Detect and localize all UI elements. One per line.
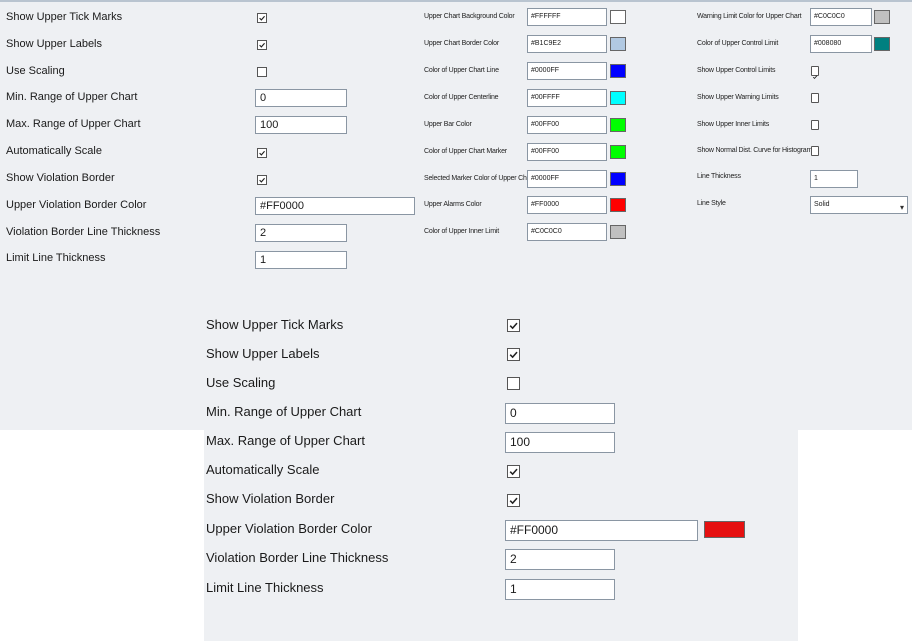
- middle-bar-color-label: Upper Bar Color: [424, 121, 472, 128]
- auto-scale-label: Automatically Scale: [6, 145, 102, 157]
- zoom-limit-line-thickness-label: Limit Line Thickness: [206, 580, 324, 595]
- violation-border-color-input[interactable]: #FF0000: [255, 197, 415, 215]
- control-color-label: Color of Upper Control Limit: [697, 40, 779, 47]
- middle-alarms-color-label: Upper Alarms Color: [424, 201, 482, 208]
- min-range-label: Min. Range of Upper Chart: [6, 91, 138, 103]
- panel-top-border: [0, 0, 912, 2]
- line-style-label: Line Style: [697, 200, 726, 207]
- middle-centerline-color-input[interactable]: #00FFFF: [527, 89, 607, 107]
- show-inner-limits-checkbox[interactable]: [811, 120, 819, 130]
- middle-alarms-color-swatch[interactable]: [610, 198, 626, 212]
- max-range-input[interactable]: 100: [255, 116, 347, 134]
- checkmark-icon: [259, 177, 265, 183]
- zoom-use-scaling-checkbox[interactable]: [507, 377, 520, 390]
- zoom-limit-line-thickness-input[interactable]: 1: [505, 579, 615, 600]
- show-control-limits-label: Show Upper Control Limits: [697, 67, 776, 74]
- middle-alarms-color-input[interactable]: #FF0000: [527, 196, 607, 214]
- middle-selected-marker-color-swatch[interactable]: [610, 172, 626, 186]
- checkmark-icon: [259, 150, 265, 156]
- show-violation-border-checkbox[interactable]: [257, 175, 267, 185]
- middle-background-color-swatch[interactable]: [610, 10, 626, 24]
- max-range-label: Max. Range of Upper Chart: [6, 118, 141, 130]
- middle-border-color-label: Upper Chart Border Color: [424, 40, 499, 47]
- zoom-show-labels-checkbox[interactable]: [507, 348, 520, 361]
- middle-chart-line-color-input[interactable]: #0000FF: [527, 62, 607, 80]
- limit-line-thickness-label: Limit Line Thickness: [6, 252, 106, 264]
- checkmark-icon: [509, 468, 518, 476]
- checkmark-icon: [259, 15, 265, 21]
- show-warning-limits-checkbox[interactable]: [811, 93, 819, 103]
- line-style-select[interactable]: Solid ▾: [810, 196, 908, 214]
- middle-border-color-swatch[interactable]: [610, 37, 626, 51]
- zoom-show-violation-border-checkbox[interactable]: [507, 494, 520, 507]
- violation-border-thickness-input[interactable]: 2: [255, 224, 347, 242]
- line-thickness-input[interactable]: 1: [810, 170, 858, 188]
- line-style-value: Solid: [814, 201, 830, 208]
- middle-marker-color-label: Color of Upper Chart Marker: [424, 148, 507, 155]
- zoom-violation-border-color-label: Upper Violation Border Color: [206, 521, 372, 536]
- show-tick-marks-label: Show Upper Tick Marks: [6, 11, 123, 23]
- show-tick-marks-checkbox[interactable]: [257, 13, 267, 23]
- middle-centerline-color-label: Color of Upper Centerline: [424, 94, 499, 101]
- show-control-limits-checkbox[interactable]: [811, 66, 819, 80]
- middle-bar-color-input[interactable]: #00FF00: [527, 116, 607, 134]
- zoom-min-range-input[interactable]: 0: [505, 403, 615, 424]
- zoom-max-range-label: Max. Range of Upper Chart: [206, 433, 365, 448]
- middle-inner-limit-color-label: Color of Upper Inner Limit: [424, 228, 499, 235]
- violation-border-color-label: Upper Violation Border Color: [6, 199, 147, 211]
- use-scaling-label: Use Scaling: [6, 65, 65, 77]
- control-color-input[interactable]: #008080: [810, 35, 872, 53]
- zoom-min-range-label: Min. Range of Upper Chart: [206, 404, 362, 419]
- middle-chart-line-color-label: Color of Upper Chart Line: [424, 67, 499, 74]
- violation-border-thickness-label: Violation Border Line Thickness: [6, 226, 161, 238]
- warning-color-input[interactable]: #C0C0C0: [810, 8, 872, 26]
- checkmark-icon: [509, 497, 518, 505]
- warning-color-label: Warning Limit Color for Upper Chart: [697, 13, 802, 20]
- middle-inner-limit-color-input[interactable]: #C0C0C0: [527, 223, 607, 241]
- show-normal-curve-checkbox[interactable]: [811, 146, 819, 156]
- zoom-violation-border-thickness-input[interactable]: 2: [505, 549, 615, 570]
- middle-selected-marker-color-label: Selected Marker Color of Upper Chart: [424, 175, 535, 182]
- line-thickness-label: Line Thickness: [697, 173, 741, 180]
- zoom-show-violation-border-label: Show Violation Border: [206, 491, 335, 506]
- auto-scale-checkbox[interactable]: [257, 148, 267, 158]
- middle-bar-color-swatch[interactable]: [610, 118, 626, 132]
- middle-background-color-input[interactable]: #FFFFFF: [527, 8, 607, 26]
- zoom-show-labels-label: Show Upper Labels: [206, 346, 320, 361]
- middle-border-color-input[interactable]: #B1C9E2: [527, 35, 607, 53]
- checkmark-icon: [812, 75, 818, 80]
- min-range-input[interactable]: 0: [255, 89, 347, 107]
- zoom-auto-scale-label: Automatically Scale: [206, 462, 320, 477]
- middle-marker-color-swatch[interactable]: [610, 145, 626, 159]
- zoom-use-scaling-label: Use Scaling: [206, 375, 276, 390]
- middle-selected-marker-color-input[interactable]: #0000FF: [527, 170, 607, 188]
- middle-background-color-label: Upper Chart Background Color: [424, 13, 515, 20]
- show-labels-label: Show Upper Labels: [6, 38, 103, 50]
- show-violation-border-label: Show Violation Border: [6, 172, 115, 184]
- show-inner-limits-label: Show Upper Inner Limits: [697, 121, 770, 128]
- middle-chart-line-color-swatch[interactable]: [610, 64, 626, 78]
- show-normal-curve-label: Show Normal Dist. Curve for Histogram: [697, 147, 813, 154]
- control-color-swatch[interactable]: [874, 37, 890, 51]
- middle-inner-limit-color-swatch[interactable]: [610, 225, 626, 239]
- zoom-violation-border-color-input[interactable]: #FF0000: [505, 520, 698, 541]
- limit-line-thickness-input[interactable]: 1: [255, 251, 347, 269]
- zoom-show-tick-marks-checkbox[interactable]: [507, 319, 520, 332]
- zoom-show-tick-marks-label: Show Upper Tick Marks: [206, 317, 344, 332]
- zoom-violation-border-color-swatch[interactable]: [704, 521, 745, 538]
- zoom-max-range-input[interactable]: 100: [505, 432, 615, 453]
- checkmark-icon: [259, 42, 265, 48]
- zoom-violation-border-thickness-label: Violation Border Line Thickness: [206, 550, 389, 565]
- chevron-down-icon: ▾: [899, 203, 904, 212]
- show-labels-checkbox[interactable]: [257, 40, 267, 50]
- checkmark-icon: [509, 351, 518, 359]
- use-scaling-checkbox[interactable]: [257, 67, 267, 77]
- middle-centerline-color-swatch[interactable]: [610, 91, 626, 105]
- middle-marker-color-input[interactable]: #00FF00: [527, 143, 607, 161]
- warning-color-swatch[interactable]: [874, 10, 890, 24]
- show-warning-limits-label: Show Upper Warning Limits: [697, 94, 779, 101]
- zoom-auto-scale-checkbox[interactable]: [507, 465, 520, 478]
- checkmark-icon: [509, 322, 518, 330]
